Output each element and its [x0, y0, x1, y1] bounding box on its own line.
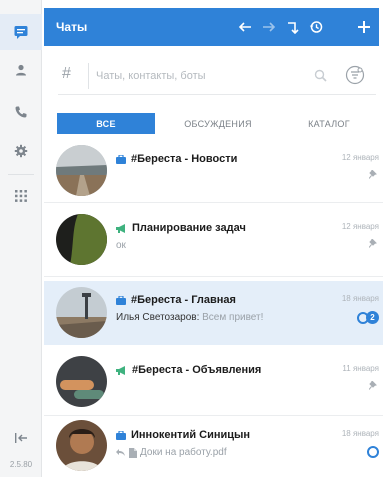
rail-collapse-button[interactable]	[0, 420, 42, 456]
search-separator	[88, 63, 89, 89]
chat-title-line: #Береста - Объявления	[116, 364, 261, 376]
redo-button[interactable]	[282, 8, 304, 46]
chat-title-line: Иннокентий Синицын	[116, 429, 250, 441]
rail-apps-button[interactable]	[0, 178, 42, 214]
chat-date: 12 января	[341, 222, 379, 231]
unread-indicator: 2	[357, 311, 379, 324]
message-author: Илья Светозаров:	[116, 312, 200, 323]
avatar	[56, 145, 107, 196]
chat-name: #Береста - Новости	[131, 153, 238, 165]
pin-icon	[369, 381, 377, 390]
avatar	[56, 356, 107, 407]
filter-icon[interactable]	[345, 65, 365, 85]
new-chat-button[interactable]	[352, 8, 376, 46]
redo-icon	[288, 22, 299, 34]
plus-icon	[358, 21, 370, 33]
chat-item-news[interactable]: #Береста - Новости 12 января	[44, 140, 383, 202]
chat-item-announcements[interactable]: #Береста - Объявления 11 января	[44, 351, 383, 413]
header-bar: Чаты	[44, 8, 379, 46]
chat-item-main[interactable]: #Береста - Главная Илья Светозаров: Всем…	[44, 281, 383, 345]
chat-last-message: Илья Светозаров: Всем привет!	[116, 312, 263, 323]
tab-catalog[interactable]: КАТАЛОГ	[288, 113, 370, 134]
attachment-name: Доки на работу.pdf	[140, 447, 227, 458]
page-title: Чаты	[56, 20, 88, 34]
history-button[interactable]	[305, 8, 327, 46]
avatar	[56, 420, 107, 471]
chat-date: 18 января	[341, 429, 379, 438]
chat-title-line: Планирование задач	[116, 222, 246, 234]
delivered-icon	[367, 446, 379, 458]
person-icon	[16, 64, 26, 76]
arrow-right-icon	[263, 22, 276, 32]
chat-name: Планирование задач	[132, 222, 246, 234]
rail-settings-button[interactable]	[0, 133, 42, 169]
rail-contacts-button[interactable]	[0, 52, 42, 88]
sidebar-rail: 2.5.80	[0, 0, 42, 477]
forward-button[interactable]	[258, 8, 280, 46]
chat-date: 18 января	[341, 294, 379, 303]
avatar	[56, 287, 107, 338]
megaphone-icon	[116, 223, 127, 233]
search-input[interactable]	[96, 64, 316, 88]
chat-title-line: #Береста - Главная	[116, 294, 236, 306]
chat-divider	[44, 276, 383, 277]
rail-divider	[8, 174, 34, 175]
tab-discussions[interactable]: ОБСУЖДЕНИЯ	[168, 113, 268, 134]
collapse-left-icon	[15, 433, 27, 443]
chat-item-planning[interactable]: Планирование задач ок 12 января	[44, 209, 383, 271]
chat-name: #Береста - Главная	[131, 294, 236, 306]
megaphone-icon	[116, 365, 127, 375]
avatar	[56, 214, 107, 265]
unread-count-badge: 2	[366, 311, 379, 324]
chat-last-message: ок	[116, 240, 126, 251]
gear-icon	[14, 144, 28, 158]
chat-last-message: Доки на работу.pdf	[116, 447, 227, 458]
chat-date: 11 января	[342, 364, 379, 373]
briefcase-icon	[116, 430, 126, 440]
delivery-status	[367, 446, 379, 458]
search-bar: #	[58, 57, 376, 95]
arrow-left-icon	[238, 22, 251, 32]
app-version: 2.5.80	[9, 460, 33, 469]
file-icon	[129, 447, 137, 458]
history-icon	[309, 21, 323, 33]
rail-chats-button[interactable]	[0, 14, 42, 50]
chat-title-line: #Береста - Новости	[116, 153, 237, 165]
pin-icon	[369, 170, 377, 179]
chat-name: #Береста - Объявления	[132, 364, 262, 376]
chat-item-innokentiy[interactable]: Иннокентий Синицын Доки на работу.pdf 18…	[44, 416, 383, 477]
search-icon[interactable]	[314, 69, 327, 82]
apps-grid-icon	[15, 190, 27, 202]
back-button[interactable]	[234, 8, 256, 46]
chat-date: 12 января	[341, 153, 379, 162]
message-text: Всем привет!	[202, 312, 264, 323]
tab-all[interactable]: ВСЕ	[57, 113, 155, 134]
briefcase-icon	[116, 154, 126, 164]
rail-calls-button[interactable]	[0, 94, 42, 130]
chat-name: Иннокентий Синицын	[131, 429, 251, 441]
pin-icon	[369, 239, 377, 248]
briefcase-icon	[116, 295, 126, 305]
phone-icon	[15, 106, 27, 118]
hashtag-icon[interactable]: #	[62, 65, 71, 83]
chat-divider	[44, 202, 383, 203]
reply-arrow-icon	[116, 448, 125, 456]
chat-bubble-icon	[14, 26, 28, 39]
